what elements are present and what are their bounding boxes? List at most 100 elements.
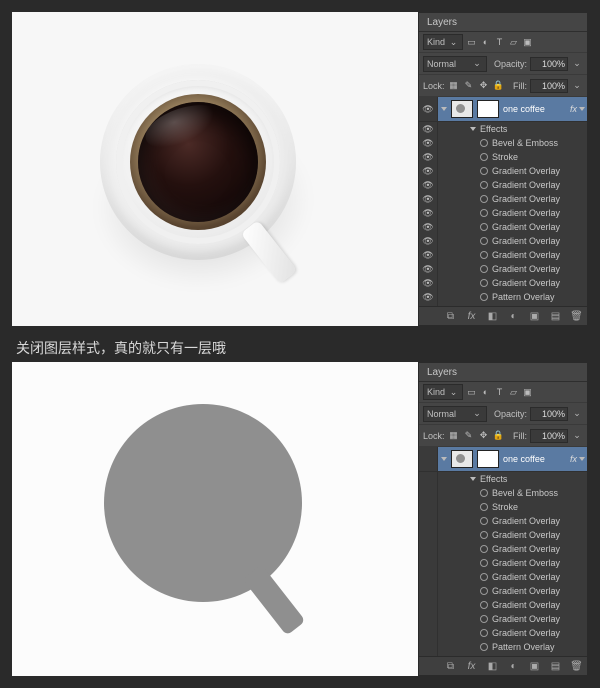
effect-item[interactable]: Gradient Overlay	[419, 542, 587, 556]
effect-item[interactable]: 👁Bevel & Emboss	[419, 136, 587, 150]
fill-input[interactable]: 100%	[530, 79, 568, 93]
effect-item[interactable]: 👁Gradient Overlay	[419, 248, 587, 262]
layer-mask-thumb[interactable]	[477, 100, 499, 118]
effect-item[interactable]: Gradient Overlay	[419, 612, 587, 626]
opacity-input[interactable]: 100%	[530, 57, 568, 71]
lock-all-icon[interactable]: 🔒	[493, 430, 505, 442]
kind-dropdown[interactable]: Kind ⌄	[423, 34, 463, 50]
filter-type-icon[interactable]: T	[494, 386, 505, 398]
effect-toggle-icon[interactable]	[480, 251, 488, 259]
effect-toggle-icon[interactable]	[480, 167, 488, 175]
effect-toggle-icon[interactable]	[480, 489, 488, 497]
new-layer-icon[interactable]: ▤	[549, 660, 562, 673]
effect-toggle-icon[interactable]	[480, 643, 488, 651]
layer-name[interactable]: one coffee	[503, 104, 545, 114]
effect-toggle-icon[interactable]	[480, 181, 488, 189]
effect-toggle-icon[interactable]	[480, 293, 488, 301]
effect-toggle-icon[interactable]	[480, 195, 488, 203]
mask-icon[interactable]: ◧	[486, 310, 499, 323]
opacity-input[interactable]: 100%	[530, 407, 568, 421]
fx-button[interactable]: fx	[465, 660, 478, 673]
filter-shape-icon[interactable]: ▱	[508, 36, 519, 48]
trash-icon[interactable]: 🗑	[570, 660, 583, 673]
effect-toggle-icon[interactable]	[480, 601, 488, 609]
effect-item[interactable]: 👁Gradient Overlay	[419, 178, 587, 192]
lock-move-icon[interactable]: ✥	[478, 430, 490, 442]
link-icon[interactable]: ⧉	[444, 310, 457, 323]
effect-item[interactable]: 👁Gradient Overlay	[419, 220, 587, 234]
filter-type-icon[interactable]: T	[494, 36, 505, 48]
fill-input[interactable]: 100%	[530, 429, 568, 443]
effect-item[interactable]: Gradient Overlay	[419, 514, 587, 528]
fx-badge[interactable]: fx	[570, 454, 587, 464]
blend-mode-dropdown[interactable]: Normal ⌄	[423, 406, 487, 422]
effect-toggle-icon[interactable]	[480, 279, 488, 287]
effect-item[interactable]: 👁Gradient Overlay	[419, 164, 587, 178]
group-icon[interactable]: ▣	[528, 660, 541, 673]
lock-all-icon[interactable]: 🔒	[493, 80, 505, 92]
effect-item[interactable]: Gradient Overlay	[419, 598, 587, 612]
effect-toggle-icon[interactable]	[480, 559, 488, 567]
layer-one-coffee[interactable]: one coffee fx	[419, 447, 587, 472]
adjustment-icon[interactable]: ◐	[507, 660, 520, 673]
effect-item[interactable]: 👁Pattern Overlay	[419, 290, 587, 304]
effect-toggle-icon[interactable]	[480, 153, 488, 161]
effects-header[interactable]: 👁Effects	[419, 122, 587, 136]
effect-toggle-icon[interactable]	[480, 615, 488, 623]
effect-item[interactable]: 👁Gradient Overlay	[419, 206, 587, 220]
effect-item[interactable]: 👁Gradient Overlay	[419, 234, 587, 248]
group-icon[interactable]: ▣	[528, 310, 541, 323]
effects-toggle[interactable]	[470, 127, 476, 131]
effect-toggle-icon[interactable]	[480, 139, 488, 147]
effect-toggle-icon[interactable]	[480, 223, 488, 231]
filter-smart-icon[interactable]: ▣	[522, 36, 533, 48]
filter-image-icon[interactable]: ▭	[466, 386, 477, 398]
effects-header[interactable]: Effects	[419, 472, 587, 486]
effect-item[interactable]: Gradient Overlay	[419, 626, 587, 640]
effect-item[interactable]: Stroke	[419, 500, 587, 514]
lock-trans-icon[interactable]: ▦	[448, 80, 460, 92]
kind-dropdown[interactable]: Kind ⌄	[423, 384, 463, 400]
panel-title[interactable]: Layers	[419, 13, 587, 32]
expand-toggle[interactable]	[441, 457, 447, 461]
layer-thumb[interactable]	[451, 450, 473, 468]
effect-toggle-icon[interactable]	[480, 545, 488, 553]
layer-thumb[interactable]	[451, 100, 473, 118]
effect-item[interactable]: 👁Gradient Overlay	[419, 276, 587, 290]
effect-item[interactable]: Gradient Overlay	[419, 570, 587, 584]
visibility-icon[interactable]: 👁	[422, 104, 433, 115]
filter-smart-icon[interactable]: ▣	[522, 386, 533, 398]
effect-toggle-icon[interactable]	[480, 587, 488, 595]
effect-toggle-icon[interactable]	[480, 573, 488, 581]
lock-brush-icon[interactable]: ✎	[463, 430, 475, 442]
lock-brush-icon[interactable]: ✎	[463, 80, 475, 92]
effect-item[interactable]: 👁Gradient Overlay	[419, 192, 587, 206]
filter-image-icon[interactable]: ▭	[466, 36, 477, 48]
expand-toggle[interactable]	[441, 107, 447, 111]
filter-adjust-icon[interactable]: ◐	[480, 386, 491, 398]
effects-toggle[interactable]	[470, 477, 476, 481]
effect-item[interactable]: 👁Gradient Overlay	[419, 262, 587, 276]
adjustment-icon[interactable]: ◐	[507, 310, 520, 323]
layer-mask-thumb[interactable]	[477, 450, 499, 468]
effect-item[interactable]: Pattern Overlay	[419, 640, 587, 654]
effect-item[interactable]: 👁Stroke	[419, 150, 587, 164]
effect-item[interactable]: Gradient Overlay	[419, 584, 587, 598]
effect-toggle-icon[interactable]	[480, 503, 488, 511]
fx-button[interactable]: fx	[465, 310, 478, 323]
layer-name[interactable]: one coffee	[503, 454, 545, 464]
effect-toggle-icon[interactable]	[480, 237, 488, 245]
link-icon[interactable]: ⧉	[444, 660, 457, 673]
effect-item[interactable]: Gradient Overlay	[419, 528, 587, 542]
panel-title[interactable]: Layers	[419, 363, 587, 382]
lock-move-icon[interactable]: ✥	[478, 80, 490, 92]
filter-adjust-icon[interactable]: ◐	[480, 36, 491, 48]
new-layer-icon[interactable]: ▤	[549, 310, 562, 323]
effect-toggle-icon[interactable]	[480, 517, 488, 525]
trash-icon[interactable]: 🗑	[570, 310, 583, 323]
effect-item[interactable]: Bevel & Emboss	[419, 486, 587, 500]
effect-toggle-icon[interactable]	[480, 531, 488, 539]
effect-item[interactable]: Gradient Overlay	[419, 556, 587, 570]
effect-toggle-icon[interactable]	[480, 209, 488, 217]
fx-badge[interactable]: fx	[570, 104, 587, 114]
